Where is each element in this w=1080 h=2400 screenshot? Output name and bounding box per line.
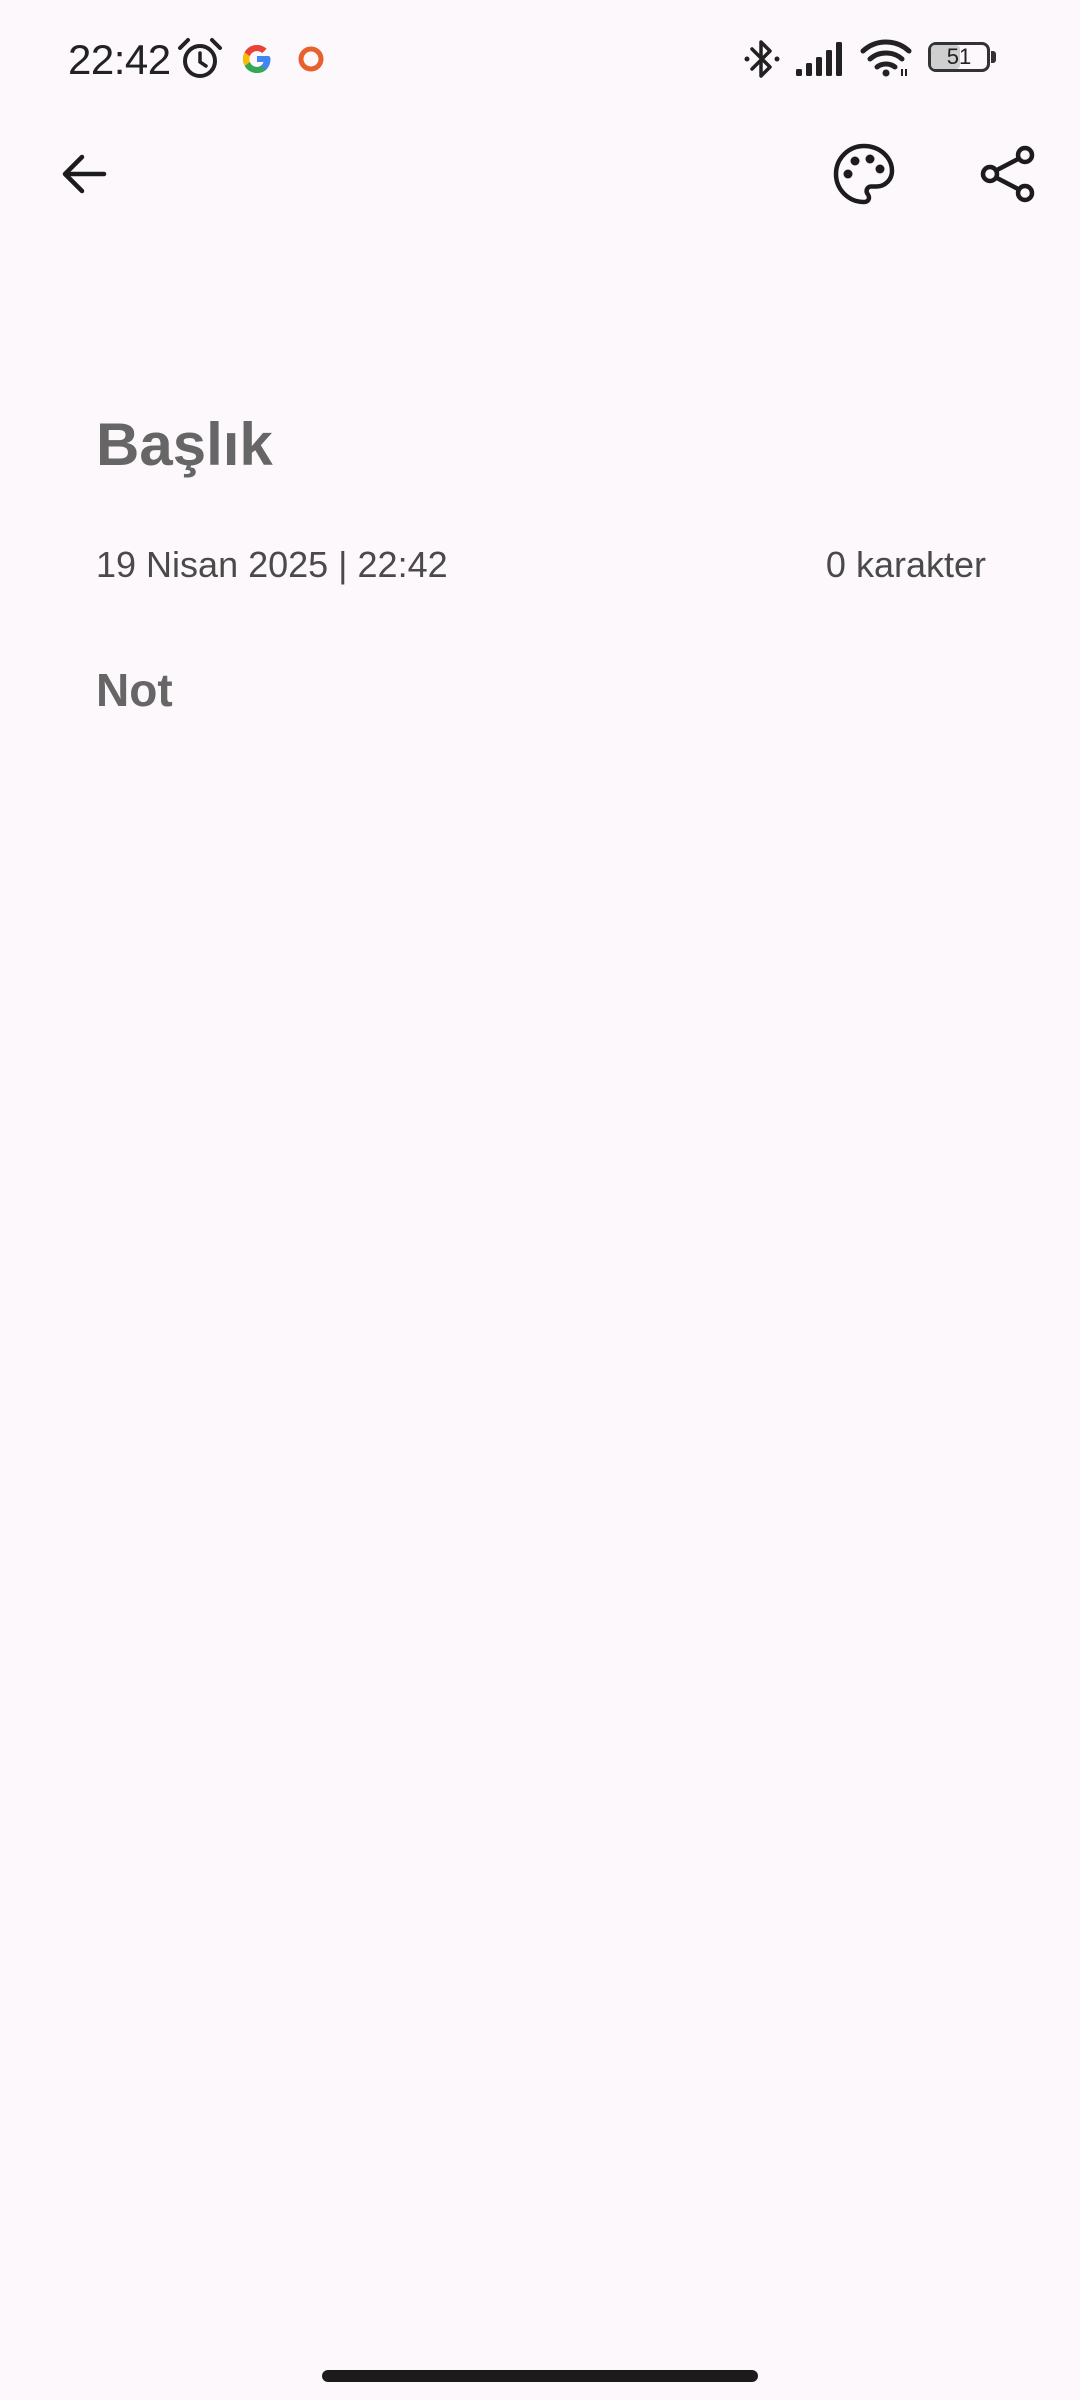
- note-title-input[interactable]: Başlık: [96, 400, 986, 490]
- home-indicator[interactable]: [322, 2370, 758, 2382]
- note-meta-row: 19 Nisan 2025 | 22:42 0 karakter: [96, 540, 986, 590]
- top-app-bar: [0, 118, 1080, 230]
- status-time: 22:42: [68, 36, 171, 83]
- bluetooth-icon: [744, 40, 780, 78]
- alarm-icon: [178, 38, 222, 78]
- palette-button[interactable]: [816, 126, 912, 222]
- character-count: 0 karakter: [825, 544, 986, 585]
- back-arrow-icon: [62, 154, 107, 194]
- share-icon: [980, 145, 1035, 203]
- battery-level: 51: [946, 44, 972, 69]
- notification-dot-icon: [298, 46, 324, 72]
- battery-tip: [991, 51, 996, 63]
- google-icon: [243, 45, 271, 73]
- wifi-icon: [860, 39, 912, 77]
- cellular-signal-icon: [796, 42, 842, 76]
- note-date-time: 19 Nisan 2025 | 22:42: [96, 544, 448, 585]
- note-body-input[interactable]: Not: [96, 655, 986, 725]
- note-editor-screen: 22:42 51 Başlık 19 Nisan 2025 | 22:42 0 …: [0, 0, 1080, 2400]
- status-bar: 22:42 51: [0, 0, 1080, 118]
- battery-icon: 51: [928, 42, 996, 74]
- share-button[interactable]: [960, 126, 1056, 222]
- palette-icon: [833, 143, 895, 205]
- back-button[interactable]: [36, 126, 132, 222]
